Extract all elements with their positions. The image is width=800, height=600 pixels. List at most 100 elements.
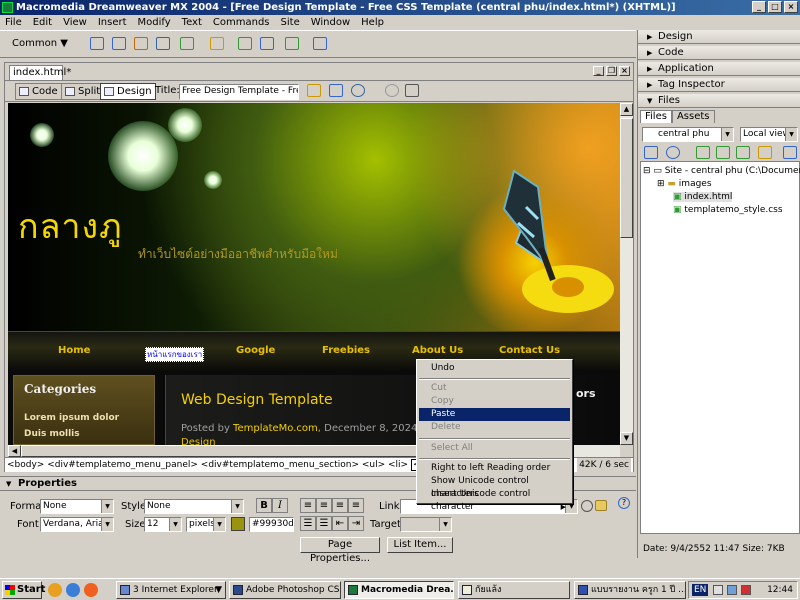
get-files-icon[interactable] (696, 146, 710, 159)
target-select[interactable]: ▼ (400, 517, 452, 532)
tab-index-html[interactable]: index.html* (9, 65, 71, 80)
refresh-icon[interactable] (385, 84, 399, 97)
menu-edit[interactable]: Edit (28, 17, 58, 28)
nav-google[interactable]: Google (236, 345, 275, 356)
color-hex-input[interactable]: #99930d (249, 517, 294, 532)
unordered-list-icon[interactable]: ☰ (300, 516, 316, 531)
doc-close-button[interactable]: × (619, 66, 630, 76)
email-link-icon[interactable] (112, 37, 126, 50)
image-icon[interactable] (180, 37, 194, 50)
menu-item-cut[interactable]: Cut (419, 382, 570, 395)
site-select[interactable]: central phu ▼ (642, 127, 734, 142)
menu-item-rtl-reading-order[interactable]: Right to left Reading order (419, 462, 570, 475)
nav-thai-selected[interactable]: หน้าแรกของเรา (145, 347, 205, 362)
task-photoshop[interactable]: Adobe Photoshop CS... (229, 581, 341, 599)
scroll-up-arrow-icon[interactable]: ▲ (620, 103, 633, 116)
menu-item-delete[interactable]: Delete (419, 421, 570, 434)
category-link[interactable]: Lorem ipsum dolor (24, 413, 119, 423)
category-link[interactable]: Duis mollis (24, 429, 80, 439)
style-select[interactable]: None ▼ (144, 499, 244, 514)
tag-chooser-icon[interactable] (313, 37, 327, 50)
dreamweaver-app-icon[interactable] (2, 2, 13, 13)
menu-item-insert-unicode-char[interactable]: Insert Unicode control character ▶ (419, 488, 570, 512)
close-button[interactable]: × (784, 1, 798, 13)
point-to-file-icon[interactable] (581, 500, 593, 512)
design-view-button[interactable]: Design (100, 83, 156, 100)
refresh-files-icon[interactable] (666, 146, 680, 159)
menu-modify[interactable]: Modify (133, 17, 177, 28)
menu-window[interactable]: Window (306, 17, 356, 28)
files-panel-header[interactable]: Files (638, 94, 800, 108)
quicklaunch-icon[interactable] (48, 583, 62, 597)
nav-home[interactable]: Home (58, 345, 90, 356)
code-view-button[interactable]: Code (15, 83, 62, 100)
menu-item-show-unicode-chars[interactable]: Show Unicode control characters (419, 475, 570, 499)
start-button[interactable]: Start (2, 581, 45, 599)
code-panel-header[interactable]: Code (638, 46, 800, 60)
tag-inspector-panel-header[interactable]: Tag Inspector (638, 78, 800, 92)
volume-icon[interactable] (741, 585, 751, 595)
menu-item-paste[interactable]: Paste (419, 408, 570, 421)
post-author-link[interactable]: TemplateMo.com (233, 423, 318, 434)
scroll-thumb[interactable] (21, 445, 441, 457)
tab-files[interactable]: Files (640, 110, 672, 123)
put-files-icon[interactable] (716, 146, 730, 159)
design-panel-header[interactable]: Design (638, 30, 800, 44)
tray-icon[interactable] (713, 585, 723, 595)
browse-folder-icon[interactable] (595, 500, 607, 511)
split-view-button[interactable]: Split (61, 83, 105, 100)
clock[interactable]: 12:44 (767, 582, 793, 598)
maximize-button[interactable]: □ (768, 1, 782, 13)
tree-file-style-css[interactable]: ▣ templatemo_style.css (673, 205, 783, 215)
menu-view[interactable]: View (58, 17, 93, 28)
quicklaunch-firefox-icon[interactable] (84, 583, 98, 597)
tab-assets[interactable]: Assets (671, 110, 715, 123)
tag-path[interactable]: <body> <div#templatemo_menu_panel> <div#… (7, 460, 411, 470)
nav-about-us[interactable]: About Us (412, 345, 463, 356)
date-icon[interactable] (238, 37, 252, 50)
doc-restore-button[interactable]: ❐ (606, 66, 617, 76)
comment-icon[interactable] (260, 37, 274, 50)
named-anchor-icon[interactable] (134, 37, 148, 50)
templates-icon[interactable] (285, 37, 299, 50)
align-justify-icon[interactable]: ≡ (348, 498, 364, 513)
align-right-icon[interactable]: ≡ (332, 498, 348, 513)
page-properties-button[interactable]: Page Properties... (300, 537, 380, 564)
menu-site[interactable]: Site (276, 17, 306, 28)
minimize-button[interactable]: _ (752, 1, 766, 13)
view-options-icon[interactable] (405, 84, 419, 97)
scroll-left-arrow-icon[interactable]: ◀ (8, 445, 21, 457)
menu-insert[interactable]: Insert (93, 17, 133, 28)
table-icon[interactable] (156, 37, 170, 50)
text-color-swatch[interactable] (231, 517, 245, 531)
font-select[interactable]: Verdana, Arial, ▼ (40, 517, 114, 532)
media-icon[interactable] (210, 37, 224, 50)
list-item-button[interactable]: List Item... (387, 537, 453, 553)
align-left-icon[interactable]: ≡ (300, 498, 316, 513)
menu-item-undo[interactable]: Undo (419, 362, 570, 375)
menu-item-select-all[interactable]: Select All (419, 442, 570, 455)
connect-icon[interactable] (644, 146, 658, 159)
task-word-report[interactable]: แบบรายงาน ครูก 1 ปี ... (574, 581, 686, 599)
language-indicator[interactable]: EN (692, 584, 709, 596)
application-panel-header[interactable]: Application (638, 62, 800, 76)
bold-button[interactable]: B (256, 498, 272, 513)
scroll-down-arrow-icon[interactable]: ▼ (620, 432, 633, 445)
ordered-list-icon[interactable]: ☰ (316, 516, 332, 531)
size-unit-select[interactable]: pixels ▼ (186, 517, 226, 532)
tree-folder-images[interactable]: ⊞ ▬ images (657, 179, 712, 189)
browser-check-icon[interactable] (307, 84, 321, 97)
tree-site-root[interactable]: ⊟ ▭ Site - central phu (C:\Documents a (643, 166, 800, 176)
menu-help[interactable]: Help (356, 17, 390, 28)
vertical-scrollbar[interactable]: ▲ ▼ (620, 103, 633, 445)
format-select[interactable]: None ▼ (40, 499, 114, 514)
menu-text[interactable]: Text (177, 17, 208, 28)
task-window-thai[interactable]: กัยแล้ง (458, 581, 570, 599)
size-select[interactable]: 12 ▼ (144, 517, 182, 532)
task-dreamweaver[interactable]: Macromedia Drea... (344, 581, 454, 599)
document-title-input[interactable]: Free Design Template - Free C (179, 84, 299, 100)
quicklaunch-ie-icon[interactable] (66, 583, 80, 597)
menu-item-copy[interactable]: Copy (419, 395, 570, 408)
expand-panel-icon[interactable] (783, 146, 797, 159)
italic-button[interactable]: I (272, 498, 288, 513)
